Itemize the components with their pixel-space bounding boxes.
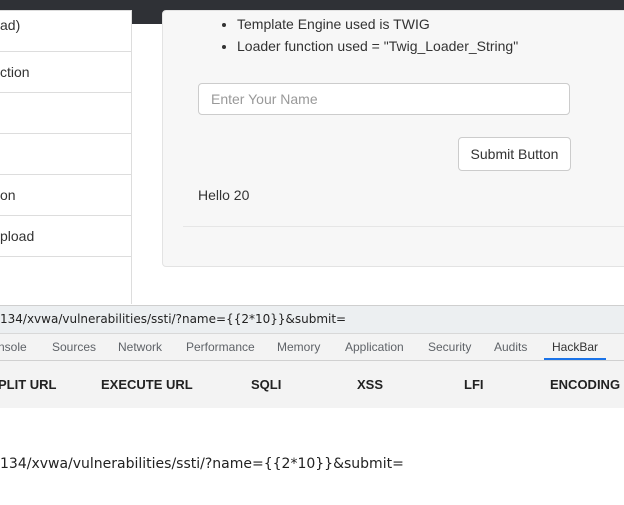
sidebar-item[interactable] bbox=[0, 92, 131, 133]
tab-sources[interactable]: Sources bbox=[52, 334, 96, 360]
hackbar-url-field[interactable]: 134/xvwa/vulnerabilities/ssti/?name={{2*… bbox=[0, 408, 624, 505]
page-url-text: 134/xvwa/vulnerabilities/ssti/?name={{2*… bbox=[0, 312, 347, 326]
info-item: Loader function used = "Twig_Loader_Stri… bbox=[237, 35, 518, 57]
xss-button[interactable]: XSS bbox=[357, 377, 383, 392]
tab-console[interactable]: nsole bbox=[0, 334, 27, 360]
devtools-tabs: nsole Sources Network Performance Memory… bbox=[0, 334, 624, 361]
tab-performance[interactable]: Performance bbox=[186, 334, 255, 360]
sidebar-item[interactable] bbox=[0, 256, 131, 297]
tab-security[interactable]: Security bbox=[428, 334, 471, 360]
page-url-bar: 134/xvwa/vulnerabilities/ssti/?name={{2*… bbox=[0, 306, 624, 334]
sidebar-item-label: on bbox=[0, 187, 16, 203]
result-text: Hello 20 bbox=[198, 187, 250, 203]
info-item: Template Engine used is TWIG bbox=[237, 13, 518, 35]
tab-memory[interactable]: Memory bbox=[277, 334, 320, 360]
tab-audits[interactable]: Audits bbox=[494, 334, 527, 360]
lfi-button[interactable]: LFI bbox=[464, 377, 484, 392]
sidebar-item[interactable] bbox=[0, 133, 131, 174]
sqli-button[interactable]: SQLI bbox=[251, 377, 281, 392]
sidebar-item[interactable]: ad) bbox=[0, 10, 131, 51]
name-input[interactable] bbox=[198, 83, 570, 115]
devtools-panel: 134/xvwa/vulnerabilities/ssti/?name={{2*… bbox=[0, 305, 624, 505]
sidebar-item[interactable]: on bbox=[0, 174, 131, 215]
sidebar-item[interactable]: ction bbox=[0, 51, 131, 92]
info-list: Template Engine used is TWIG Loader func… bbox=[203, 13, 518, 57]
tab-hackbar[interactable]: HackBar bbox=[544, 334, 607, 360]
sidebar-item-label: ction bbox=[0, 64, 30, 80]
challenge-panel: Template Engine used is TWIG Loader func… bbox=[162, 10, 624, 267]
execute-url-button[interactable]: EXECUTE URL bbox=[101, 377, 193, 392]
hackbar-url-text: 134/xvwa/vulnerabilities/ssti/?name={{2*… bbox=[0, 456, 404, 472]
sidebar-item-label: pload bbox=[0, 228, 35, 244]
tab-network[interactable]: Network bbox=[118, 334, 162, 360]
tab-application[interactable]: Application bbox=[345, 334, 404, 360]
hackbar-toolbar: PLIT URL EXECUTE URL SQLI XSS LFI ENCODI… bbox=[0, 362, 624, 408]
sidebar-item-label: ad) bbox=[0, 17, 21, 33]
encoding-button[interactable]: ENCODING bbox=[550, 377, 620, 392]
sidebar-nav: ad) ction on pload bbox=[0, 10, 132, 304]
sidebar-item[interactable]: pload bbox=[0, 215, 131, 256]
divider bbox=[183, 226, 624, 227]
submit-button[interactable]: Submit Button bbox=[458, 137, 571, 171]
split-url-button[interactable]: PLIT URL bbox=[0, 377, 57, 392]
